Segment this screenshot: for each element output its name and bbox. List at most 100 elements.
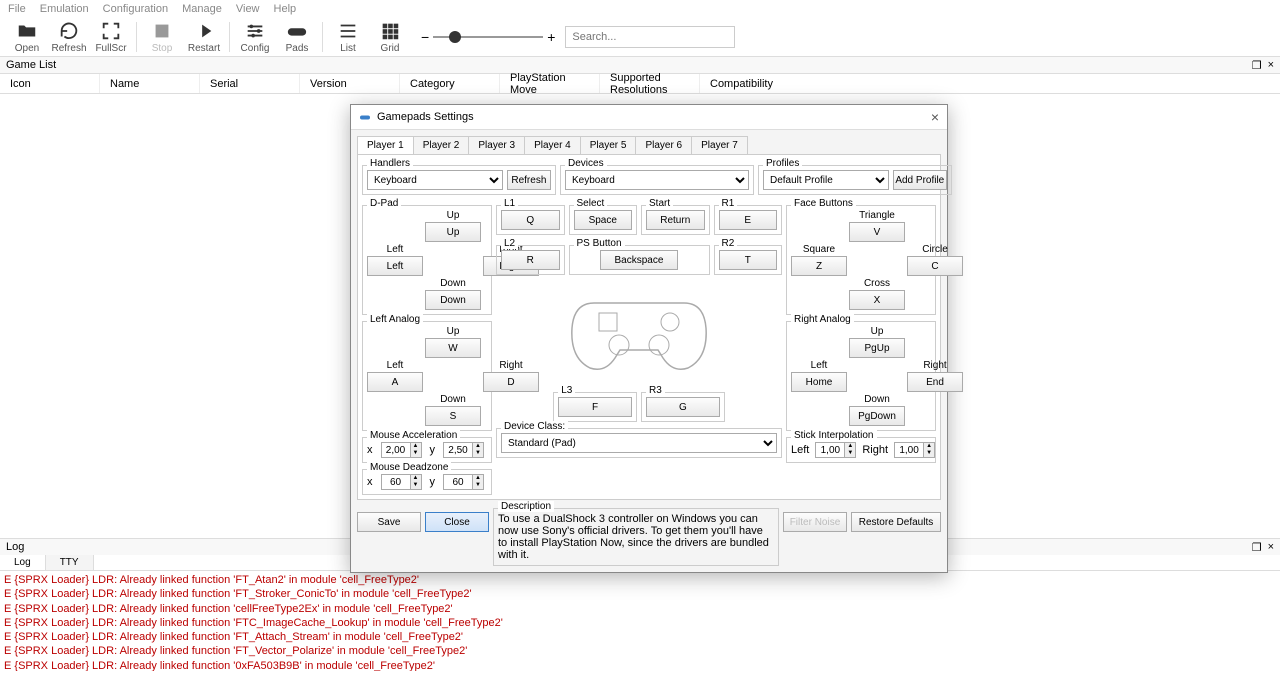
devices-select[interactable]: Keyboard xyxy=(565,170,749,190)
ranalog-up-button[interactable]: PgUp xyxy=(849,338,905,358)
lanalog-down-button[interactable]: S xyxy=(425,406,481,426)
restore-defaults-button[interactable]: Restore Defaults xyxy=(851,512,941,532)
l2-button[interactable]: R xyxy=(501,250,560,270)
dpad-left-button[interactable]: Left xyxy=(367,256,423,276)
menu-manage[interactable]: Manage xyxy=(182,3,222,15)
log-tab-tty[interactable]: TTY xyxy=(46,555,94,570)
stick-left-input[interactable] xyxy=(815,442,845,458)
open-button[interactable]: Open xyxy=(6,20,48,54)
col-name[interactable]: Name xyxy=(100,74,200,93)
col-version[interactable]: Version xyxy=(300,74,400,93)
profiles-select[interactable]: Default Profile xyxy=(763,170,889,190)
close-button[interactable]: Close xyxy=(425,512,489,532)
log-restore-icon[interactable]: ❐ xyxy=(1252,541,1262,554)
tab-player-2[interactable]: Player 2 xyxy=(413,136,470,154)
col-compat[interactable]: Compatibility xyxy=(700,74,800,93)
search-input[interactable] xyxy=(565,26,735,48)
psbutton-button[interactable]: Backspace xyxy=(600,250,679,270)
lanalog-left-button[interactable]: A xyxy=(367,372,423,392)
dpad-group: D-Pad UpUp LeftLeftRightRight DownDown xyxy=(362,205,492,315)
col-icon[interactable]: Icon xyxy=(0,74,100,93)
description-group: DescriptionTo use a DualShock 3 controll… xyxy=(493,508,779,566)
triangle-button[interactable]: V xyxy=(849,222,905,242)
face-buttons-group: Face Buttons TriangleV SquareZCircleC Cr… xyxy=(786,205,936,315)
handlers-group: Handlers KeyboardRefresh xyxy=(362,165,556,195)
filter-noise-button[interactable]: Filter Noise xyxy=(783,512,847,532)
config-button[interactable]: Config xyxy=(234,20,276,54)
l3-button[interactable]: F xyxy=(558,397,632,417)
r2-group: R2T xyxy=(714,245,783,275)
restart-button[interactable]: Restart xyxy=(183,20,225,54)
ranalog-right-button[interactable]: End xyxy=(907,372,963,392)
l1-group: L1Q xyxy=(496,205,565,235)
handlers-select[interactable]: Keyboard xyxy=(367,170,503,190)
add-profile-button[interactable]: Add Profile xyxy=(893,170,947,190)
menu-view[interactable]: View xyxy=(236,3,260,15)
cross-button[interactable]: X xyxy=(849,290,905,310)
col-res[interactable]: Supported Resolutions xyxy=(600,74,700,93)
tab-player-7[interactable]: Player 7 xyxy=(691,136,748,154)
ranalog-down-button[interactable]: PgDown xyxy=(849,406,905,426)
stick-right-input[interactable] xyxy=(894,442,924,458)
tab-player-5[interactable]: Player 5 xyxy=(580,136,637,154)
list-button[interactable]: List xyxy=(327,20,369,54)
ranalog-left-button[interactable]: Home xyxy=(791,372,847,392)
dpad-down-button[interactable]: Down xyxy=(425,290,481,310)
refresh-icon xyxy=(58,20,80,42)
zoom-slider[interactable]: −+ xyxy=(421,29,555,45)
grid-button[interactable]: Grid xyxy=(369,20,411,54)
menu-help[interactable]: Help xyxy=(274,3,297,15)
maccel-y-input[interactable] xyxy=(443,442,473,458)
gamepad-icon xyxy=(359,111,371,123)
menu-emulation[interactable]: Emulation xyxy=(40,3,89,15)
start-button[interactable]: Return xyxy=(646,210,705,230)
mdead-y-input[interactable] xyxy=(443,474,473,490)
col-serial[interactable]: Serial xyxy=(200,74,300,93)
tab-player-1[interactable]: Player 1 xyxy=(357,136,414,154)
psbutton-group: PS ButtonBackspace xyxy=(569,245,710,275)
log-body[interactable]: E {SPRX Loader} LDR: Already linked func… xyxy=(0,571,1280,671)
r3-button[interactable]: G xyxy=(646,397,720,417)
tab-player-4[interactable]: Player 4 xyxy=(524,136,581,154)
gamelist-close-icon[interactable]: × xyxy=(1268,59,1274,71)
square-button[interactable]: Z xyxy=(791,256,847,276)
handlers-refresh-button[interactable]: Refresh xyxy=(507,170,551,190)
tab-player-3[interactable]: Player 3 xyxy=(468,136,525,154)
log-line: E {SPRX Loader} LDR: Already linked func… xyxy=(4,573,1276,587)
toolbar: Open Refresh FullScr Stop Restart Config… xyxy=(0,18,1280,57)
device-class-select[interactable]: Standard (Pad) xyxy=(501,433,777,453)
select-button[interactable]: Space xyxy=(574,210,633,230)
devices-group: Devices Keyboard xyxy=(560,165,754,195)
pads-button[interactable]: Pads xyxy=(276,20,318,54)
stop-button[interactable]: Stop xyxy=(141,20,183,54)
stick-interp-group: Stick Interpolation Left▲▼ Right▲▼ xyxy=(786,437,936,463)
circle-button[interactable]: C xyxy=(907,256,963,276)
maccel-x-input[interactable] xyxy=(381,442,411,458)
save-button[interactable]: Save xyxy=(357,512,421,532)
log-close-icon[interactable]: × xyxy=(1268,541,1274,553)
lanalog-up-button[interactable]: W xyxy=(425,338,481,358)
r2-button[interactable]: T xyxy=(719,250,778,270)
mdead-x-input[interactable] xyxy=(381,474,411,490)
log-tab-log[interactable]: Log xyxy=(0,555,46,570)
fullscr-button[interactable]: FullScr xyxy=(90,20,132,54)
refresh-button[interactable]: Refresh xyxy=(48,20,90,54)
menu-configuration[interactable]: Configuration xyxy=(103,3,168,15)
col-category[interactable]: Category xyxy=(400,74,500,93)
list-icon xyxy=(337,20,359,42)
lanalog-right-button[interactable]: D xyxy=(483,372,539,392)
r1-button[interactable]: E xyxy=(719,210,778,230)
r1-group: R1E xyxy=(714,205,783,235)
tab-player-6[interactable]: Player 6 xyxy=(635,136,692,154)
l2-group: L2R xyxy=(496,245,565,275)
col-psmove[interactable]: PlayStation Move xyxy=(500,74,600,93)
menu-file[interactable]: File xyxy=(8,3,26,15)
gamelist-restore-icon[interactable]: ❐ xyxy=(1252,59,1262,72)
dialog-close-button[interactable]: × xyxy=(931,109,939,125)
log-line: E {SPRX Loader} LDR: Already linked func… xyxy=(4,616,1276,630)
gamepad-icon xyxy=(286,20,308,42)
player-tabs: Player 1Player 2Player 3Player 4Player 5… xyxy=(351,130,947,154)
stop-icon xyxy=(151,20,173,42)
dpad-up-button[interactable]: Up xyxy=(425,222,481,242)
l1-button[interactable]: Q xyxy=(501,210,560,230)
